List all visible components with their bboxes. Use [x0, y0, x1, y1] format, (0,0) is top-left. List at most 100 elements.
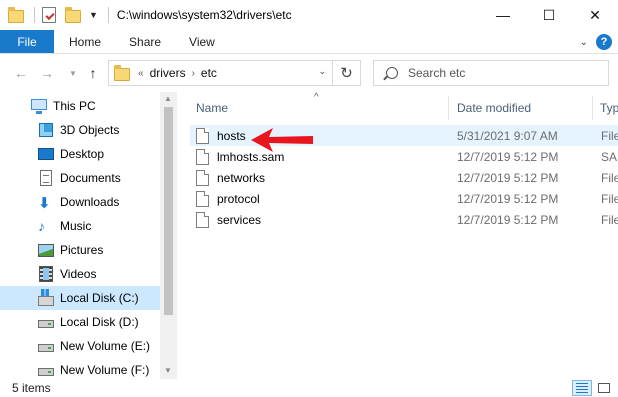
window-controls: — ☐ ✕	[480, 0, 618, 30]
file-icon	[196, 169, 209, 186]
nav-item-new-volume-e[interactable]: New Volume (E:)	[0, 334, 160, 358]
view-switcher	[572, 380, 614, 396]
item-count: 5 items	[12, 381, 51, 395]
scroll-up-arrow-icon[interactable]: ▲	[164, 94, 172, 103]
column-header-type[interactable]: Typ	[600, 98, 618, 118]
tab-file[interactable]: File	[0, 30, 54, 53]
file-type: File	[601, 191, 618, 206]
title-bar: ▼ C:\windows\system32\drivers\etc — ☐ ✕	[0, 0, 618, 30]
address-history-chevron-down-icon[interactable]: ⌄	[318, 66, 326, 77]
file-icon	[196, 190, 209, 207]
column-divider[interactable]	[592, 96, 593, 120]
nav-item-pictures[interactable]: Pictures	[0, 238, 160, 262]
close-button[interactable]: ✕	[572, 0, 618, 30]
nav-item-label: Music	[60, 219, 92, 233]
folder-icon	[8, 7, 24, 23]
help-icon[interactable]: ?	[596, 34, 612, 50]
nav-pane-scrollbar[interactable]: ▲ ▼	[160, 92, 177, 379]
nav-item-label: Desktop	[60, 147, 105, 161]
scroll-down-arrow-icon[interactable]: ▼	[164, 366, 172, 375]
window-title: C:\windows\system32\drivers\etc	[116, 8, 292, 22]
annotation-arrow-icon	[251, 128, 313, 152]
refresh-icon[interactable]: ↻	[332, 61, 360, 85]
drive-icon	[38, 314, 54, 330]
back-arrow-icon[interactable]: ←	[10, 62, 32, 84]
column-divider[interactable]	[448, 96, 449, 120]
toolbar-divider	[107, 7, 109, 23]
file-icon	[196, 127, 209, 144]
column-header-name[interactable]: Name	[196, 98, 228, 118]
address-bar[interactable]: « drivers › etc ⌄ ↻	[108, 60, 361, 86]
new-folder-icon[interactable]	[65, 7, 81, 23]
nav-item-label: New Volume (F:)	[60, 363, 150, 377]
file-name: networks	[217, 170, 266, 185]
navigation-bar: ← → ▼ ↑ « drivers › etc ⌄ ↻ Search etc	[0, 54, 618, 92]
nav-item-label: Videos	[60, 267, 97, 281]
quick-access-toolbar: ▼	[0, 0, 115, 30]
system-drive-icon	[38, 289, 54, 306]
tab-share[interactable]: Share	[115, 30, 175, 53]
nav-item-label: Local Disk (C:)	[60, 291, 139, 305]
nav-item-this-pc[interactable]: This PC	[0, 94, 160, 118]
file-name: protocol	[217, 191, 260, 206]
customize-toolbar-chevron-down-icon[interactable]: ▼	[89, 10, 98, 20]
nav-item-videos[interactable]: Videos	[0, 262, 160, 286]
sort-ascending-caret-icon: ^	[314, 92, 319, 103]
nav-item-documents[interactable]: Documents	[0, 166, 160, 190]
desktop-icon	[38, 146, 54, 162]
breadcrumb-drivers[interactable]: drivers	[150, 66, 186, 80]
file-date: 12/7/2019 5:12 PM	[457, 170, 559, 185]
file-row-protocol[interactable]: protocol 12/7/2019 5:12 PM File	[190, 188, 618, 209]
up-arrow-icon[interactable]: ↑	[82, 62, 104, 84]
file-date: 5/31/2021 9:07 AM	[457, 128, 558, 143]
music-icon: ♪	[38, 218, 45, 234]
breadcrumb-separator-icon[interactable]: ›	[192, 68, 195, 79]
navigation-pane: This PC 3D Objects Desktop Documents ⬇ D…	[0, 92, 178, 379]
nav-item-new-volume-f[interactable]: New Volume (F:)	[0, 358, 160, 379]
file-row-networks[interactable]: networks 12/7/2019 5:12 PM File	[190, 167, 618, 188]
nav-item-music[interactable]: ♪ Music	[0, 214, 160, 238]
overflow-chevron-icon[interactable]: «	[138, 68, 144, 79]
ribbon-right-controls: ⌄ ?	[580, 30, 612, 54]
file-type: SAM	[601, 149, 618, 164]
file-type: File	[601, 128, 618, 143]
nav-item-label: Local Disk (D:)	[60, 315, 139, 329]
nav-item-downloads[interactable]: ⬇ Downloads	[0, 190, 160, 214]
toolbar-divider	[34, 7, 35, 23]
file-icon	[196, 211, 209, 228]
expand-ribbon-chevron-down-icon[interactable]: ⌄	[580, 37, 588, 48]
maximize-button[interactable]: ☐	[526, 0, 572, 30]
large-icons-view-button[interactable]	[594, 380, 614, 396]
scrollbar-thumb[interactable]	[164, 107, 173, 315]
downloads-icon: ⬇	[38, 195, 51, 212]
status-bar: 5 items	[0, 379, 618, 397]
file-name: hosts	[217, 128, 246, 143]
nav-item-3d-objects[interactable]: 3D Objects	[0, 118, 160, 142]
3d-objects-icon	[38, 122, 54, 138]
minimize-button[interactable]: —	[480, 0, 526, 30]
nav-item-local-disk-c[interactable]: Local Disk (C:)	[0, 286, 160, 310]
file-date: 12/7/2019 5:12 PM	[457, 191, 559, 206]
breadcrumb-etc[interactable]: etc	[201, 66, 217, 80]
nav-item-local-disk-d[interactable]: Local Disk (D:)	[0, 310, 160, 334]
file-icon	[196, 148, 209, 165]
file-row-services[interactable]: services 12/7/2019 5:12 PM File	[190, 209, 618, 230]
tab-home[interactable]: Home	[54, 30, 115, 53]
nav-item-label: 3D Objects	[60, 123, 120, 137]
folder-icon	[114, 64, 130, 81]
file-name: services	[217, 212, 262, 227]
details-view-button[interactable]	[572, 380, 592, 396]
ribbon-tabs: File Home Share View ⌄ ?	[0, 30, 618, 54]
forward-arrow-icon[interactable]: →	[36, 62, 58, 84]
nav-item-desktop[interactable]: Desktop	[0, 142, 160, 166]
nav-item-label: Downloads	[60, 195, 120, 209]
pictures-icon	[38, 242, 54, 258]
nav-item-label: This PC	[53, 99, 96, 113]
search-box[interactable]: Search etc	[373, 60, 609, 86]
nav-item-label: Pictures	[60, 243, 104, 257]
tab-view[interactable]: View	[175, 30, 229, 53]
search-input[interactable]: Search etc	[408, 66, 465, 80]
properties-icon[interactable]	[41, 7, 57, 23]
column-header-date-modified[interactable]: Date modified	[457, 98, 531, 118]
recent-locations-chevron-down-icon[interactable]: ▼	[62, 62, 84, 84]
